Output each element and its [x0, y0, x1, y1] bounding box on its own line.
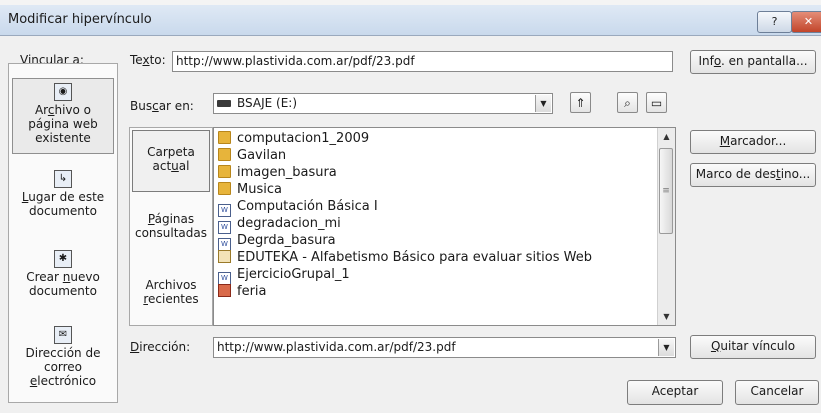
bookmark-button[interactable]: Marcador...: [690, 130, 816, 154]
list-item[interactable]: imagen_basura: [218, 164, 337, 181]
address-label: Dirección:: [130, 340, 191, 354]
folder-up-icon: ⇑: [575, 96, 586, 110]
list-item[interactable]: Musica: [218, 181, 282, 198]
help-button[interactable]: ?: [757, 11, 792, 33]
remove-link-button[interactable]: Quitar vínculo: [690, 335, 816, 359]
close-icon: ✕: [803, 15, 814, 28]
folder-icon: [218, 131, 231, 144]
scroll-up-icon[interactable]: ▲: [658, 128, 675, 145]
chevron-down-icon[interactable]: ▼: [658, 339, 674, 356]
scroll-thumb[interactable]: ≡: [659, 148, 673, 234]
document-place-icon: ↳: [54, 170, 72, 188]
folder-icon: [218, 148, 231, 161]
nav-browsed-pages[interactable]: Páginas consultadas: [132, 212, 210, 240]
list-item[interactable]: W Computación Básica I: [218, 198, 378, 217]
link-to-bar: ◉ Archivo o página web existente ↳ Lugar…: [8, 63, 118, 403]
email-icon: ✉: [54, 326, 72, 344]
text-to-display-label: Texto:: [130, 53, 166, 67]
close-button[interactable]: ✕: [791, 11, 821, 33]
list-item[interactable]: Wdegradacion_mi: [218, 215, 341, 234]
link-place-in-document[interactable]: ↳ Lugar de este documento: [12, 170, 114, 226]
title-bar: Modificar hipervínculo ? ✕: [0, 5, 821, 36]
browse-web-button[interactable]: ⌕: [617, 92, 638, 113]
target-frame-button[interactable]: Marco de destino...: [690, 163, 816, 187]
drive-icon: [217, 100, 231, 107]
cancel-button[interactable]: Cancelar: [735, 380, 819, 405]
link-existing-file-or-web-page[interactable]: ◉ Archivo o página web existente: [12, 78, 114, 154]
new-document-icon: ✱: [54, 250, 72, 268]
globe-page-icon: ◉: [54, 83, 72, 101]
list-item[interactable]: computacion1_2009: [218, 130, 369, 147]
hyperlink-dialog: Modificar hipervínculo ? ✕ Vincular a: ◉…: [0, 0, 821, 413]
nav-current-folder[interactable]: Carpeta actual: [132, 130, 210, 192]
browse-web-icon: ⌕: [624, 96, 631, 110]
list-item[interactable]: EDUTEKA - Alfabetismo Básico para evalua…: [218, 249, 592, 266]
list-item[interactable]: W EjercicioGrupal_1: [218, 266, 350, 285]
text-to-display-input[interactable]: http://www.plastivida.com.ar/pdf/23.pdf: [172, 51, 673, 72]
chevron-down-icon[interactable]: ▼: [535, 95, 551, 112]
nav-recent-files[interactable]: Archivos recientes: [132, 278, 210, 306]
vertical-scrollbar[interactable]: ▲ ≡ ▼: [657, 128, 675, 325]
open-folder-icon: ▭: [650, 96, 663, 110]
file-nav-bar: Carpeta actual Páginas consultadas Archi…: [129, 127, 213, 326]
look-in-dropdown[interactable]: BSAJE (E:) ▼: [213, 93, 553, 114]
file-list[interactable]: computacion1_2009 Gavilan imagen_basura …: [213, 127, 676, 326]
help-icon: ?: [771, 15, 778, 28]
look-in-label: Buscar en:: [130, 99, 194, 113]
ok-button[interactable]: Aceptar: [627, 380, 723, 405]
list-item[interactable]: Gavilan: [218, 147, 286, 164]
scroll-down-icon[interactable]: ▼: [658, 308, 675, 325]
link-create-new-document[interactable]: ✱ Crear nuevo documento: [12, 250, 114, 306]
up-one-folder-button[interactable]: ⇑: [570, 92, 591, 113]
web-page-icon: [218, 250, 231, 263]
list-item[interactable]: feria: [218, 283, 267, 300]
folder-icon: [218, 182, 231, 195]
window-title: Modificar hipervínculo: [8, 12, 152, 27]
link-email-address[interactable]: ✉ Dirección de correo electrónico: [12, 326, 114, 390]
screen-tip-button[interactable]: Info. en pantalla...: [690, 50, 816, 74]
image-file-icon: [218, 284, 231, 297]
folder-icon: [218, 165, 231, 178]
browse-file-button[interactable]: ▭: [646, 92, 667, 113]
list-item[interactable]: W Degrda_basura: [218, 232, 336, 251]
address-input[interactable]: http://www.plastivida.com.ar/pdf/23.pdf …: [213, 337, 676, 358]
